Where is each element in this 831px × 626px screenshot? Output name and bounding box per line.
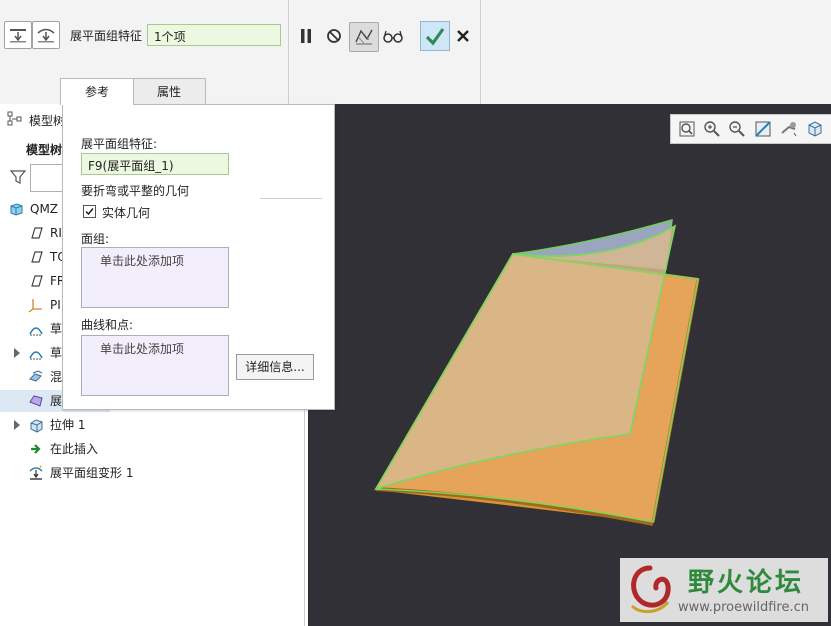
tab-references[interactable]: 参考: [60, 78, 134, 105]
feature-label: 展平面组特征: [70, 29, 143, 43]
tree-subheader: 模型树: [26, 143, 63, 157]
cancel-x-icon: [457, 30, 469, 42]
view-toolbar: [670, 114, 831, 144]
quilts-collector[interactable]: 单击此处添加项: [81, 247, 229, 308]
tree-item-label: RI: [50, 226, 62, 240]
confirm-check-icon: [425, 28, 445, 46]
coordinate-system-icon: [28, 299, 42, 313]
tree-item-label: 展平面组变形 1: [50, 466, 134, 480]
geometry-preview-button[interactable]: [349, 22, 379, 52]
zoom-out-icon[interactable]: [727, 119, 747, 139]
svg-text:*: *: [39, 465, 43, 472]
datum-plane-icon: [31, 251, 43, 263]
datum-plane-icon: [31, 227, 43, 239]
sketch-icon: [29, 351, 43, 360]
spin-center-icon[interactable]: [779, 119, 799, 139]
tree-item-label: 展: [50, 394, 63, 408]
tree-item-label: PI: [50, 298, 61, 312]
blend-icon: [29, 370, 43, 382]
curves-points-hint: 单击此处添加项: [100, 342, 185, 356]
flatten-type-button-2[interactable]: [32, 21, 60, 49]
feature-collector-field[interactable]: 1个项: [147, 24, 281, 46]
check-mark-icon: [85, 208, 94, 216]
sketch-icon: [29, 327, 43, 336]
verify-mode-button[interactable]: [381, 24, 405, 48]
graphics-window[interactable]: [308, 104, 831, 626]
quilts-label: 面组:: [81, 232, 110, 246]
no-preview-icon: [327, 29, 341, 43]
solid-geometry-label: 实体几何: [102, 206, 151, 220]
expand-arrow-icon[interactable]: [14, 420, 20, 430]
filter-icon[interactable]: [9, 168, 27, 186]
flatten-feature-field[interactable]: F9(展平面组_1): [81, 153, 229, 175]
quilts-hint: 单击此处添加项: [100, 254, 185, 268]
flatten-quilt-icon: [29, 395, 43, 407]
extrude-icon: [30, 419, 43, 433]
references-panel: 展平面组特征: F9(展平面组_1) 要折弯或平整的几何 实体几何 面组: 单击…: [62, 104, 335, 410]
forum-watermark: 野火论坛 www.proewildfire.cn: [620, 558, 828, 622]
tree-item-label: 混: [50, 370, 63, 384]
watermark-title: 野火论坛: [688, 568, 805, 598]
ribbon-divider-right: [480, 0, 481, 104]
tab-properties[interactable]: 属性: [132, 78, 206, 105]
details-button[interactable]: 详细信息...: [236, 354, 314, 380]
flatten-feature-value: F9(展平面组_1): [88, 159, 174, 173]
pause-icon: [301, 29, 311, 43]
tree-item-label: 拉伸 1: [50, 418, 86, 432]
feature-dashboard: 展平面组特征 1个项 参考 属性: [0, 0, 831, 105]
tree-layout-icon[interactable]: [7, 111, 23, 127]
model-geometry[interactable]: [308, 104, 831, 626]
flatten-type-button-1[interactable]: [4, 21, 32, 49]
refit-icon[interactable]: [677, 119, 697, 139]
ribbon-divider: [288, 0, 289, 104]
view-orientation-icon[interactable]: [805, 119, 825, 139]
glasses-icon: [383, 30, 403, 43]
geometry-section-label: 要折弯或平整的几何: [81, 184, 190, 198]
geometry-preview-icon: [355, 29, 373, 45]
curves-points-collector[interactable]: 单击此处添加项: [81, 335, 229, 396]
forum-logo-icon: [630, 565, 671, 613]
zoom-in-icon[interactable]: [702, 119, 722, 139]
section-divider: [260, 198, 322, 199]
tree-search-input[interactable]: [30, 164, 66, 192]
tree-item-label: 草: [50, 322, 63, 336]
datum-plane-icon: [31, 275, 43, 287]
tree-item-label: 草: [50, 346, 63, 360]
tree-item-label: QMZ: [30, 202, 59, 216]
flatten-arc-icon: [37, 28, 55, 43]
tree-item-flatten-deform[interactable]: * 展平面组变形 1: [0, 462, 300, 484]
expand-arrow-icon[interactable]: [14, 348, 20, 358]
pause-button[interactable]: [294, 24, 318, 48]
tree-header: 模型树: [29, 114, 66, 128]
flatten-deform-icon: *: [29, 465, 43, 480]
curves-points-label: 曲线和点:: [81, 318, 134, 332]
no-preview-button[interactable]: [322, 24, 346, 48]
tree-item-insert-here[interactable]: 在此插入: [0, 438, 300, 460]
cancel-button[interactable]: [451, 24, 475, 48]
watermark-url: www.proewildfire.cn: [678, 600, 809, 615]
repaint-icon[interactable]: [753, 119, 773, 139]
flatten-feature-label: 展平面组特征:: [81, 137, 158, 151]
tree-item-extrude-1[interactable]: 拉伸 1: [0, 414, 300, 436]
flatten-down-icon: [10, 29, 26, 43]
part-cube-icon: [10, 203, 23, 216]
solid-geometry-checkbox[interactable]: [83, 205, 96, 218]
feature-collector-value: 1个项: [154, 30, 186, 44]
confirm-button[interactable]: [420, 21, 450, 51]
insert-arrow-icon: [31, 444, 41, 454]
tree-item-label: 在此插入: [50, 442, 99, 456]
